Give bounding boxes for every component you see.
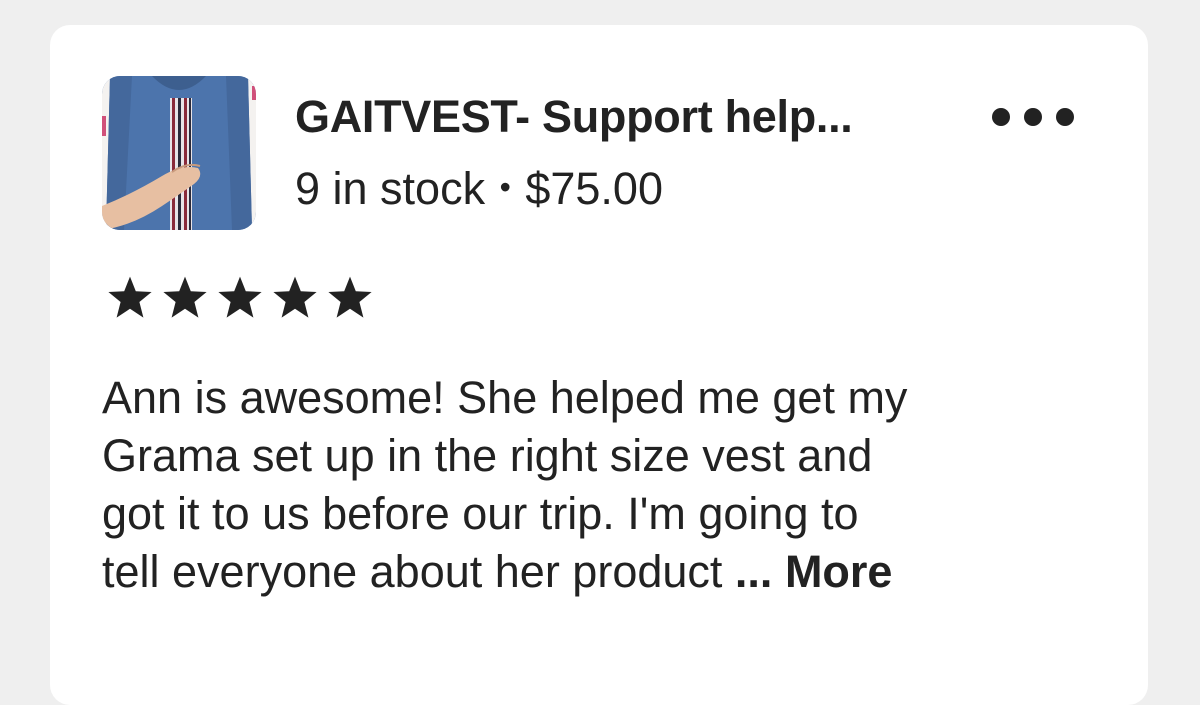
- review-line-4-text: tell everyone about her product: [102, 546, 735, 597]
- review-ellipsis: ...: [734, 546, 773, 597]
- review-line-4: tell everyone about her product ... More: [102, 543, 1112, 601]
- star-icon: [216, 275, 264, 321]
- product-photo: [102, 76, 256, 230]
- listing-meta: 9 in stock • $75.00: [295, 163, 663, 215]
- review-card: GAITVEST- Support help... 9 in stock • $…: [50, 25, 1148, 705]
- dot-2: [1024, 108, 1042, 126]
- listing-price: $75.00: [525, 163, 663, 214]
- review-line-2: Grama set up in the right size vest and: [102, 430, 873, 481]
- star-icon: [106, 275, 154, 321]
- star-rating: [106, 275, 374, 321]
- review-line-1: Ann is awesome! She helped me get my: [102, 372, 908, 423]
- stock-count: 9 in stock: [295, 163, 486, 214]
- dot-3: [1056, 108, 1074, 126]
- dot-1: [992, 108, 1010, 126]
- more-options-icon[interactable]: [988, 95, 1078, 139]
- review-text: Ann is awesome! She helped me get my Gra…: [102, 369, 1112, 601]
- more-link[interactable]: More: [785, 546, 893, 597]
- review-line-3: got it to us before our trip. I'm going …: [102, 488, 859, 539]
- separator-dot: •: [499, 169, 511, 205]
- product-thumbnail[interactable]: [102, 76, 256, 230]
- listing-title[interactable]: GAITVEST- Support help...: [295, 91, 853, 143]
- star-icon: [326, 275, 374, 321]
- star-icon: [161, 275, 209, 321]
- star-icon: [271, 275, 319, 321]
